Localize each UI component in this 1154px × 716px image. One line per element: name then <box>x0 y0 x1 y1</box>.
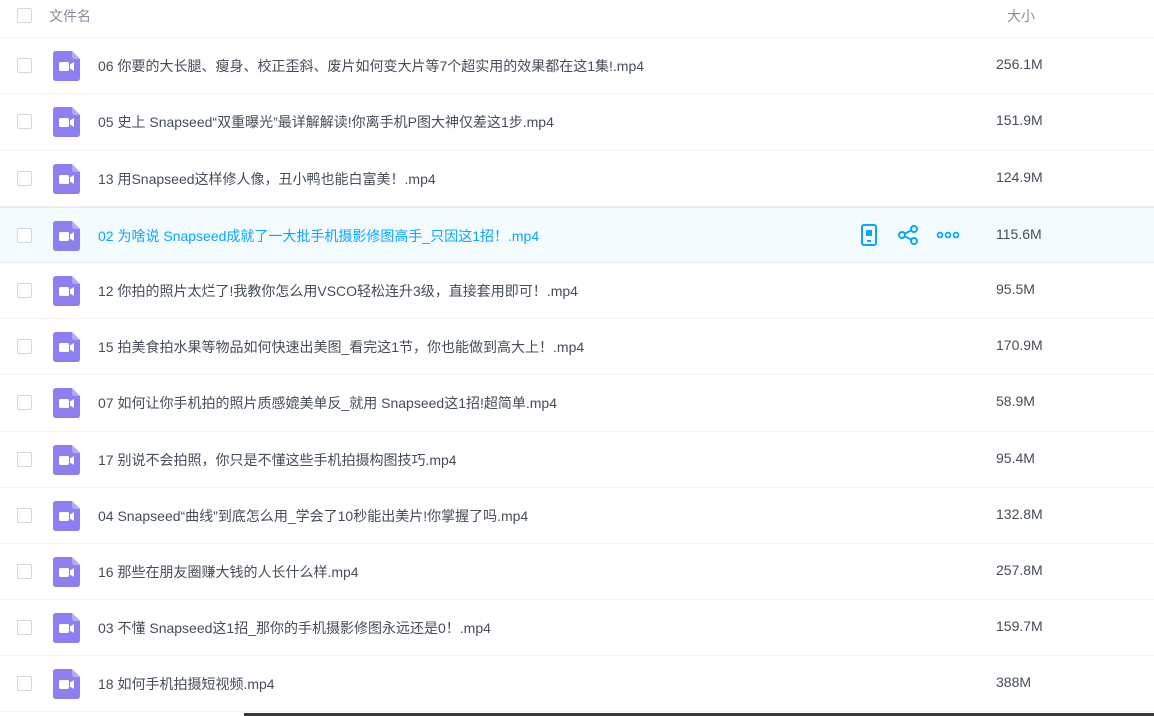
file-size: 170.9M <box>996 337 1043 353</box>
file-list: 文件名 大小 06 你要的大长腿、瘦身、校正歪斜、废片如何变大片等7个超实用的效… <box>0 0 1154 716</box>
video-file-icon <box>53 276 80 306</box>
file-size: 95.5M <box>996 281 1035 297</box>
row-checkbox[interactable] <box>17 114 32 129</box>
file-size: 257.8M <box>996 562 1043 578</box>
file-rows: 06 你要的大长腿、瘦身、校正歪斜、废片如何变大片等7个超实用的效果都在这1集!… <box>0 38 1154 712</box>
row-checkbox[interactable] <box>17 564 32 579</box>
file-row[interactable]: 07 如何让你手机拍的照片质感媲美单反_就用 Snapseed这1招!超简单.m… <box>0 375 1154 432</box>
column-header-size[interactable]: 大小 <box>1007 6 1035 26</box>
column-header-name[interactable]: 文件名 <box>49 6 91 26</box>
file-name[interactable]: 16 那些在朋友圈赚大钱的人长什么样.mp4 <box>98 562 359 582</box>
video-file-icon <box>53 557 80 587</box>
video-file-icon <box>53 107 80 137</box>
file-name[interactable]: 04 Snapseed“曲线”到底怎么用_学会了10秒能出美片!你掌握了吗.mp… <box>98 506 528 526</box>
share-icon[interactable] <box>895 222 921 248</box>
video-file-icon <box>53 613 80 643</box>
row-checkbox[interactable] <box>17 395 32 410</box>
file-row[interactable]: 17 别说不会拍照，你只是不懂这些手机拍摄构图技巧.mp4 95.4M <box>0 432 1154 488</box>
file-name[interactable]: 02 为啥说 Snapseed成就了一大批手机摄影修图高手_只因这1招！.mp4 <box>98 226 539 246</box>
video-file-icon <box>53 332 80 362</box>
video-file-icon <box>53 669 80 699</box>
file-name[interactable]: 05 史上 Snapseed“双重曝光”最详解解读!你离手机P图大神仅差这1步.… <box>98 112 554 132</box>
row-checkbox[interactable] <box>17 676 32 691</box>
row-checkbox[interactable] <box>17 620 32 635</box>
file-row[interactable]: 16 那些在朋友圈赚大钱的人长什么样.mp4 257.8M <box>0 544 1154 600</box>
file-row[interactable]: 13 用Snapseed这样修人像，丑小鸭也能白富美！.mp4 124.9M <box>0 151 1154 207</box>
row-checkbox[interactable] <box>17 228 32 243</box>
row-checkbox[interactable] <box>17 339 32 354</box>
file-size: 95.4M <box>996 450 1035 466</box>
file-name[interactable]: 18 如何手机拍摄短视频.mp4 <box>98 674 275 694</box>
file-size: 115.6M <box>996 226 1042 242</box>
file-name[interactable]: 06 你要的大长腿、瘦身、校正歪斜、废片如何变大片等7个超实用的效果都在这1集!… <box>98 56 644 76</box>
file-size: 151.9M <box>996 112 1043 128</box>
file-row[interactable]: 12 你拍的照片太烂了!我教你怎么用VSCO轻松连升3级，直接套用即可！.mp4… <box>0 263 1154 319</box>
row-checkbox[interactable] <box>17 171 32 186</box>
file-size: 256.1M <box>996 56 1043 72</box>
file-name[interactable]: 03 不懂 Snapseed这1招_那你的手机摄影修图永远还是0！.mp4 <box>98 618 491 638</box>
video-file-icon <box>53 221 80 251</box>
file-name[interactable]: 15 拍美食拍水果等物品如何快速出美图_看完这1节，你也能做到高大上！.mp4 <box>98 337 584 357</box>
file-row[interactable]: 06 你要的大长腿、瘦身、校正歪斜、废片如何变大片等7个超实用的效果都在这1集!… <box>0 38 1154 94</box>
file-size: 132.8M <box>996 506 1043 522</box>
phone-icon[interactable] <box>856 222 882 248</box>
file-name[interactable]: 07 如何让你手机拍的照片质感媲美单反_就用 Snapseed这1招!超简单.m… <box>98 393 557 413</box>
file-name[interactable]: 12 你拍的照片太烂了!我教你怎么用VSCO轻松连升3级，直接套用即可！.mp4 <box>98 281 578 301</box>
list-header: 文件名 大小 <box>0 0 1154 38</box>
file-size: 58.9M <box>996 393 1035 409</box>
file-row[interactable]: 18 如何手机拍摄短视频.mp4 388M <box>0 656 1154 712</box>
file-name[interactable]: 17 别说不会拍照，你只是不懂这些手机拍摄构图技巧.mp4 <box>98 450 457 470</box>
select-all-checkbox[interactable] <box>17 8 32 23</box>
more-icon[interactable] <box>935 222 961 248</box>
file-row[interactable]: 02 为啥说 Snapseed成就了一大批手机摄影修图高手_只因这1招！.mp4… <box>0 207 1154 263</box>
row-checkbox[interactable] <box>17 283 32 298</box>
video-file-icon <box>53 388 80 418</box>
row-checkbox[interactable] <box>17 452 32 467</box>
file-size: 124.9M <box>996 169 1043 185</box>
file-size: 159.7M <box>996 618 1043 634</box>
file-row[interactable]: 03 不懂 Snapseed这1招_那你的手机摄影修图永远还是0！.mp4 159… <box>0 600 1154 656</box>
row-checkbox[interactable] <box>17 508 32 523</box>
file-row[interactable]: 04 Snapseed“曲线”到底怎么用_学会了10秒能出美片!你掌握了吗.mp… <box>0 488 1154 544</box>
video-file-icon <box>53 445 80 475</box>
file-name[interactable]: 13 用Snapseed这样修人像，丑小鸭也能白富美！.mp4 <box>98 169 436 189</box>
video-file-icon <box>53 51 80 81</box>
video-file-icon <box>53 164 80 194</box>
file-row[interactable]: 15 拍美食拍水果等物品如何快速出美图_看完这1节，你也能做到高大上！.mp4 1… <box>0 319 1154 375</box>
video-file-icon <box>53 501 80 531</box>
file-size: 388M <box>996 674 1032 690</box>
row-checkbox[interactable] <box>17 58 32 73</box>
file-row[interactable]: 05 史上 Snapseed“双重曝光”最详解解读!你离手机P图大神仅差这1步.… <box>0 94 1154 151</box>
